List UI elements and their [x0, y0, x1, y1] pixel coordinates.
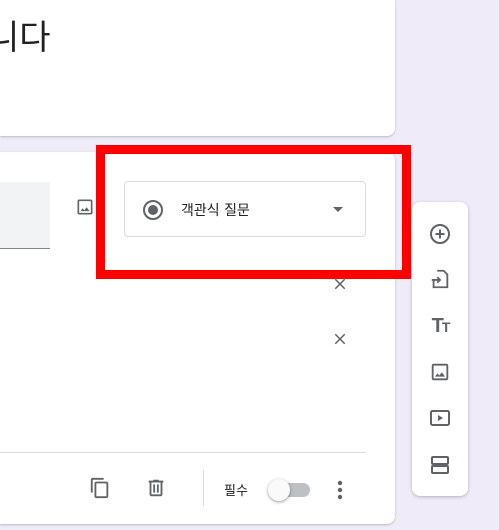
duplicate-button[interactable] [87, 475, 113, 501]
footer-divider-line [0, 452, 366, 453]
section-icon [431, 456, 449, 474]
trash-icon [148, 479, 164, 497]
radio-button-checked-icon [143, 200, 163, 220]
toggle-knob [268, 479, 290, 501]
import-questions-button[interactable] [426, 265, 454, 293]
remove-option-button[interactable] [328, 327, 352, 351]
chevron-down-icon [333, 207, 343, 212]
text-fields-icon: TT [431, 314, 451, 337]
add-circle-icon [430, 224, 450, 244]
form-title-card: 니다 [0, 0, 395, 136]
question-card[interactable]: 객관식 질문 필수 [0, 152, 395, 524]
question-title-input[interactable] [0, 182, 50, 249]
required-toggle[interactable] [268, 479, 314, 501]
image-icon [431, 363, 449, 381]
form-title[interactable]: 니다 [0, 16, 51, 60]
more-options-button[interactable] [330, 477, 350, 503]
footer-vertical-divider [203, 470, 204, 506]
delete-button[interactable] [143, 475, 169, 501]
video-icon [430, 410, 450, 426]
add-image-tool-button[interactable] [426, 358, 454, 386]
remove-option-button[interactable] [328, 272, 352, 296]
side-toolbar: TT [412, 202, 468, 496]
import-icon [431, 269, 449, 289]
image-icon [77, 199, 93, 215]
close-icon [334, 278, 346, 290]
close-icon [334, 333, 346, 345]
add-section-button[interactable] [426, 451, 454, 479]
add-video-button[interactable] [426, 404, 454, 432]
question-type-dropdown[interactable]: 객관식 질문 [124, 181, 366, 237]
add-question-button[interactable] [426, 220, 454, 248]
more-vert-icon [337, 480, 343, 500]
add-title-button[interactable]: TT [426, 312, 454, 340]
add-image-button[interactable] [70, 192, 100, 222]
required-label: 필수 [224, 484, 248, 499]
content-copy-icon [90, 477, 109, 499]
question-type-label: 객관식 질문 [181, 203, 250, 219]
